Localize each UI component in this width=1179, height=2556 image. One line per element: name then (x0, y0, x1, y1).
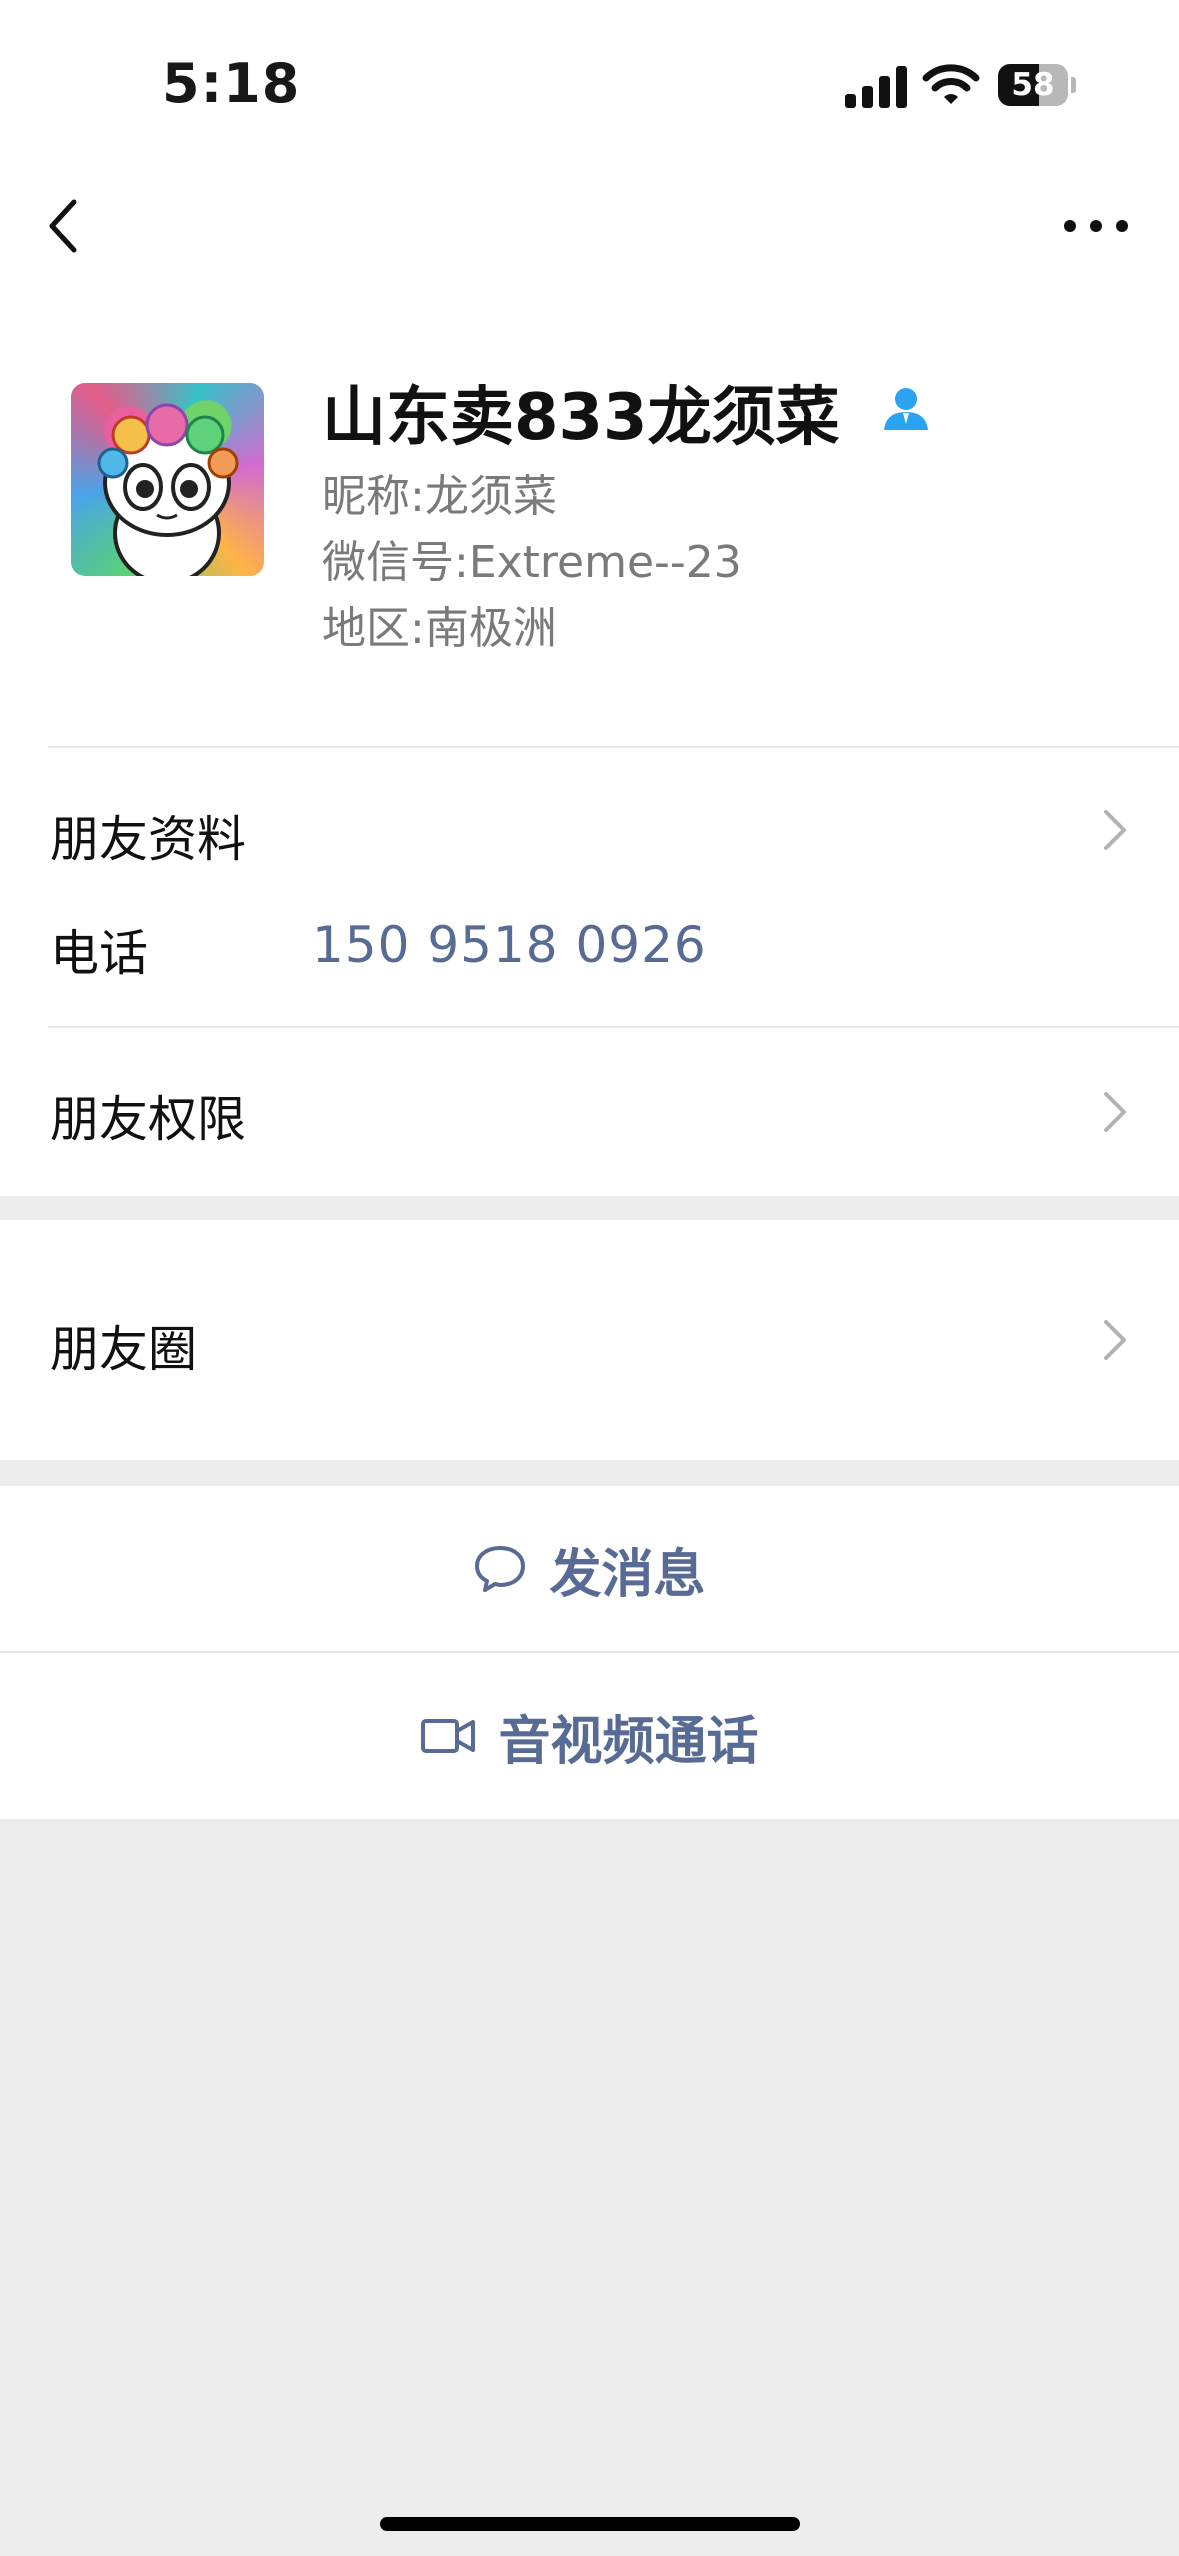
home-indicator[interactable] (380, 2517, 800, 2531)
wechat-id-label: 微信号: (322, 537, 469, 588)
chevron-right-icon (1104, 1320, 1126, 1360)
phone-label: 电话 (50, 925, 149, 982)
chevron-right-icon (1104, 1092, 1126, 1132)
cellular-signal-icon (845, 64, 907, 108)
moments-label: 朋友圈 (50, 1321, 198, 1378)
nickname-label: 昵称: (322, 471, 425, 522)
region-value: 南极洲 (424, 603, 557, 654)
profile-name: 山东卖833龙须菜 (322, 381, 840, 455)
status-time: 5:18 (162, 52, 301, 115)
av-call-label: 音视频通话 (498, 1711, 759, 1772)
friend-permissions-row[interactable]: 朋友权限 (0, 1028, 1179, 1196)
friend-permissions-label: 朋友权限 (50, 1091, 247, 1148)
battery-icon: 58 (998, 64, 1076, 108)
chat-bubble-icon (475, 1546, 526, 1592)
moments-row[interactable]: 朋友圈 (0, 1220, 1179, 1460)
more-button[interactable] (1060, 208, 1132, 244)
chevron-right-icon (1104, 810, 1126, 850)
nickname-line: 昵称:龙须菜 (322, 460, 557, 524)
wifi-icon (922, 64, 980, 104)
back-button[interactable] (40, 196, 90, 256)
av-call-button[interactable]: 音视频通话 (0, 1653, 1179, 1819)
phone-number-link[interactable]: 150 9518 0926 (312, 916, 707, 974)
send-message-button[interactable]: 发消息 (0, 1486, 1179, 1652)
avatar-illustration (97, 403, 239, 576)
nickname-value: 龙须菜 (424, 471, 557, 522)
wechat-id-value: Extreme--23 (468, 537, 742, 588)
battery-percentage: 58 (1011, 67, 1055, 103)
person-icon (884, 388, 928, 430)
region-line: 地区:南极洲 (322, 592, 557, 656)
wechat-id-line: 微信号:Extreme--23 (322, 526, 742, 590)
friend-info-label: 朋友资料 (50, 811, 247, 868)
video-camera-icon (421, 1719, 476, 1753)
avatar[interactable] (71, 383, 264, 576)
send-message-label: 发消息 (549, 1544, 706, 1605)
region-label: 地区: (322, 603, 425, 654)
friend-info-row[interactable]: 朋友资料 电话 (0, 748, 1179, 1026)
